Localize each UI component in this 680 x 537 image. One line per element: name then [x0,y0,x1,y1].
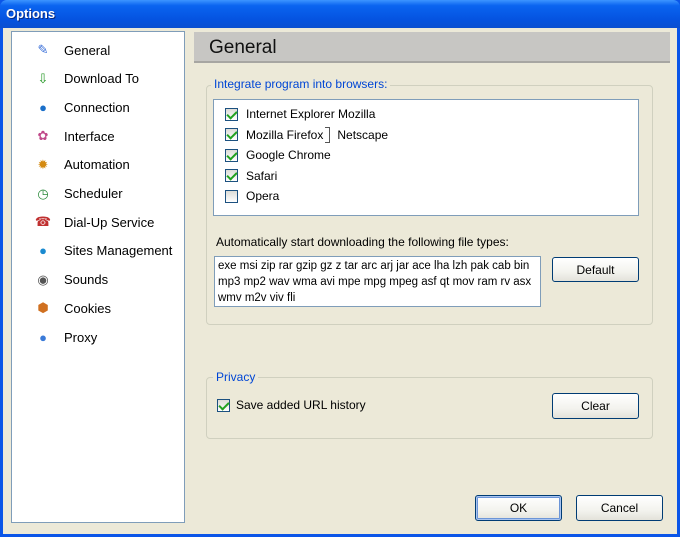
telephone-icon: ☎ [34,214,52,230]
sidebar-item-label: General [64,42,111,58]
speaker-icon: ◉ [37,271,49,287]
sidebar-item-label: Connection [64,99,130,115]
browser-checkbox-row[interactable]: Internet Explorer Mozilla [225,105,375,123]
browser-checkbox-row[interactable]: Google Chrome [225,146,331,164]
filetypes-label: Automatically start downloading the foll… [216,235,509,249]
sidebar-item-label: Cookies [64,300,111,316]
browser-label: Google Chrome [246,148,331,162]
browser-checkbox[interactable] [225,169,238,182]
save-history-checkbox[interactable] [217,398,230,412]
sidebar-item-label: Automation [64,157,130,173]
filetypes-textarea[interactable]: exe msi zip rar gzip gz z tar arc arj ja… [214,256,541,307]
interface-icon: ✿ [37,128,49,144]
browsers-group-label: Integrate program into browsers: [211,77,391,91]
sidebar-item-label: Download To [64,71,139,87]
browsers-list: Internet Explorer Mozilla Mozilla Firefox… [213,99,639,216]
page-title: General [209,37,277,58]
sidebar-item-proxy[interactable]: ● Proxy [36,326,182,348]
browser-label: Safari [246,168,278,183]
sidebar-item-automation[interactable]: ✹ Automation [36,154,182,176]
sidebar-item-connection[interactable]: ● Connection [36,96,182,118]
save-history-checkbox-row[interactable]: Save added URL history [217,398,366,412]
client-area: ✎ General ⇩ Download To ● Connection ✿ Interfac… [3,28,677,534]
sidebar-item-label: Proxy [64,329,98,345]
sidebar-item-label: Sites Management [64,243,173,259]
sidebar-item-interface[interactable]: ✿ Interface [36,125,182,147]
browser-checkbox[interactable] [225,107,238,121]
sidebar-item-label: Sounds [64,272,109,288]
sidebar-item-download-to[interactable]: ⇩ Download To [36,68,182,90]
browser-checkbox-row[interactable]: Mozilla Firefox Netscape [225,126,388,144]
options-window: Options ✎ General ⇩ Download To ● Connection ✿… [0,0,680,537]
window-title: Options [6,6,56,21]
browser-checkbox-row[interactable]: Safari [225,167,277,185]
download-to-icon: ⇩ [37,70,49,86]
browser-checkbox[interactable] [225,148,238,162]
clear-button[interactable]: Clear [552,393,639,419]
sidebar-item-dial-up-service[interactable]: ☎ Dial-Up Service [34,211,182,233]
sidebar-item-scheduler[interactable]: ◷ Scheduler [36,183,182,205]
browser-checkbox[interactable] [225,189,238,203]
sidebar-item-sounds[interactable]: ◉ Sounds [36,269,182,291]
connection-icon: ● [39,99,47,115]
save-history-label: Save added URL history [236,398,366,412]
sites-icon: ● [39,243,47,259]
ok-button[interactable]: OK [475,495,562,521]
browser-suffix-label: Netscape [337,127,389,142]
cancel-button[interactable]: Cancel [576,495,663,521]
sidebar-item-label: Scheduler [64,186,123,201]
default-button[interactable]: Default [552,257,639,282]
automation-icon: ✹ [37,156,49,172]
sidebar-item-general[interactable]: ✎ General [36,39,182,61]
general-icon: ✎ [37,42,49,57]
cookies-icon: ⬢ [37,300,49,316]
scheduler-icon: ◷ [37,185,49,201]
sidebar-item-label: Interface [64,128,115,144]
options-sidebar: ✎ General ⇩ Download To ● Connection ✿ Interfac… [11,31,185,523]
browser-label: Mozilla Firefox [246,127,324,142]
browser-label: Internet Explorer Mozilla [246,107,376,121]
sidebar-item-sites-management[interactable]: ● Sites Management [36,240,182,262]
sidebar-item-label: Dial-Up Service [64,214,155,230]
sidebar-item-cookies[interactable]: ⬢ Cookies [36,297,182,319]
page-header: General [194,32,670,63]
browser-checkbox[interactable] [225,128,238,141]
browser-label: Opera [246,189,280,203]
title-bar[interactable]: Options [0,0,680,28]
text-caret [325,126,331,143]
browser-checkbox-row[interactable]: Opera [225,187,279,205]
proxy-icon: ● [39,329,47,345]
privacy-group-label: Privacy [213,370,259,384]
